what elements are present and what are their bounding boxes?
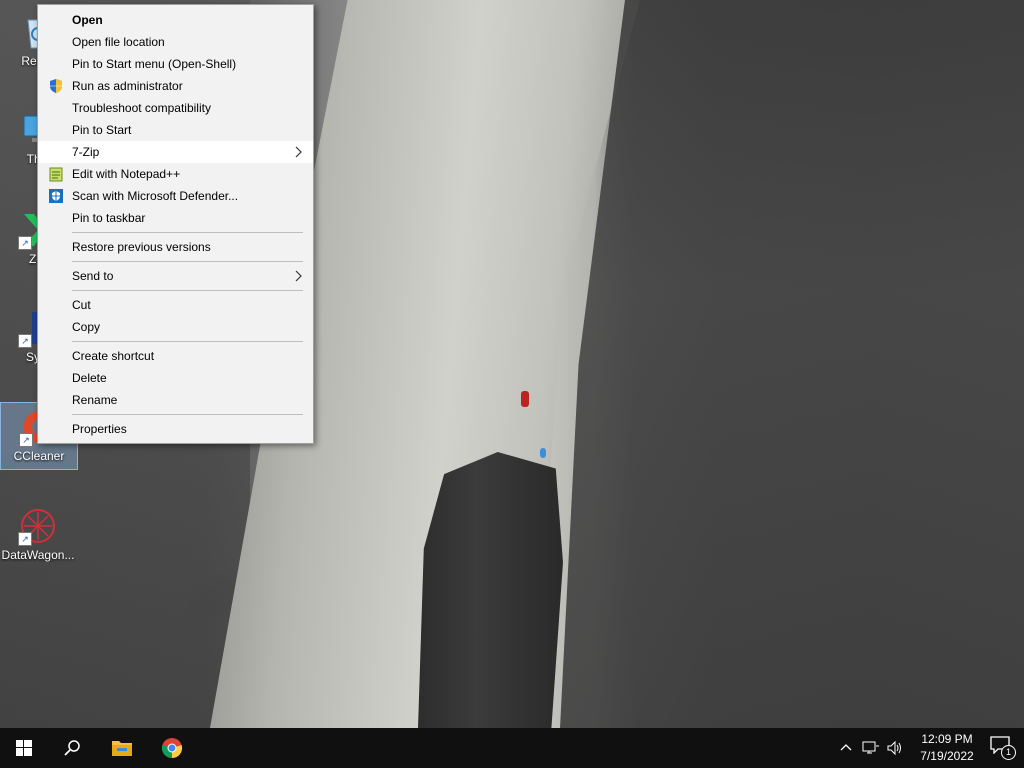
context-menu: Open Open file location Pin to Start men…	[37, 4, 314, 444]
menu-item-copy[interactable]: Copy	[38, 316, 313, 338]
menu-item-label: Pin to Start menu (Open-Shell)	[72, 57, 237, 71]
menu-item-label: Delete	[72, 371, 107, 385]
menu-item-properties[interactable]: Properties	[38, 418, 313, 440]
menu-item-open[interactable]: Open	[38, 9, 313, 31]
menu-item-scan-with-defender[interactable]: Scan with Microsoft Defender...	[38, 185, 313, 207]
submenu-arrow-icon	[295, 265, 303, 293]
notification-count-badge: 1	[1001, 745, 1016, 760]
volume-icon[interactable]	[886, 740, 904, 759]
menu-item-restore-previous-versions[interactable]: Restore previous versions	[38, 236, 313, 258]
menu-item-open-file-location[interactable]: Open file location	[38, 31, 313, 53]
menu-item-7zip[interactable]: 7-Zip	[38, 141, 313, 163]
wallpaper-dark-cliff	[560, 0, 1024, 728]
menu-item-label: Properties	[72, 422, 127, 436]
menu-item-pin-to-start[interactable]: Pin to Start	[38, 119, 313, 141]
menu-item-label: Edit with Notepad++	[72, 167, 181, 181]
shortcut-arrow-icon: ↗	[19, 433, 33, 447]
menu-item-create-shortcut[interactable]: Create shortcut	[38, 345, 313, 367]
menu-item-rename[interactable]: Rename	[38, 389, 313, 411]
taskbar-file-explorer[interactable]	[98, 728, 146, 768]
menu-item-label: Open file location	[72, 35, 165, 49]
menu-item-label: Open	[72, 13, 103, 27]
menu-separator	[72, 261, 303, 262]
tray-overflow-chevron-icon[interactable]	[840, 740, 852, 759]
menu-item-label: Run as administrator	[72, 79, 183, 93]
menu-separator	[72, 232, 303, 233]
menu-item-cut[interactable]: Cut	[38, 294, 313, 316]
search-button[interactable]	[48, 728, 96, 768]
shortcut-arrow-icon: ↗	[18, 532, 32, 546]
menu-item-label: Scan with Microsoft Defender...	[72, 189, 239, 203]
shortcut-arrow-icon: ↗	[18, 236, 32, 250]
start-button[interactable]	[0, 728, 48, 768]
desktop-icon-datawagon[interactable]: ↗ DataWagon...	[0, 502, 76, 562]
taskbar-clock[interactable]: 12:09 PM 7/19/2022	[912, 731, 982, 765]
wallpaper-boulder	[418, 452, 563, 728]
menu-separator	[72, 414, 303, 415]
desktop-icon-label: CCleaner	[13, 449, 65, 463]
taskbar: 12:09 PM 7/19/2022 1	[0, 728, 1024, 768]
menu-item-troubleshoot-compatibility[interactable]: Troubleshoot compatibility	[38, 97, 313, 119]
wallpaper-climber-blue	[540, 448, 546, 458]
datawagon-icon: ↗	[18, 506, 58, 546]
menu-item-label: Rename	[72, 393, 118, 407]
menu-item-label: Pin to taskbar	[72, 211, 146, 225]
menu-separator	[72, 341, 303, 342]
network-icon[interactable]	[862, 740, 880, 759]
wallpaper-climber-red	[521, 391, 529, 407]
menu-item-run-as-administrator[interactable]: Run as administrator	[38, 75, 313, 97]
menu-item-label: Troubleshoot compatibility	[72, 101, 211, 115]
menu-item-label: Create shortcut	[72, 349, 155, 363]
defender-icon	[48, 188, 64, 204]
menu-separator	[72, 290, 303, 291]
clock-date: 7/19/2022	[920, 749, 974, 763]
taskbar-chrome[interactable]	[148, 728, 196, 768]
desktop-icon-label: DataWagon...	[1, 548, 75, 562]
menu-item-label: Restore previous versions	[72, 240, 211, 254]
menu-item-edit-with-notepadpp[interactable]: Edit with Notepad++	[38, 163, 313, 185]
action-center-button[interactable]: 1	[990, 736, 1016, 760]
menu-item-delete[interactable]: Delete	[38, 367, 313, 389]
notepad-plus-plus-icon	[48, 166, 64, 182]
menu-item-label: Pin to Start	[72, 123, 132, 137]
menu-item-label: Copy	[72, 320, 101, 334]
uac-shield-icon	[48, 78, 64, 94]
shortcut-arrow-icon: ↗	[18, 334, 32, 348]
menu-item-label: Cut	[72, 298, 91, 312]
menu-item-label: Send to	[72, 269, 114, 283]
menu-item-label: 7-Zip	[72, 145, 100, 159]
menu-item-pin-to-start-menu-open-shell[interactable]: Pin to Start menu (Open-Shell)	[38, 53, 313, 75]
menu-item-pin-to-taskbar[interactable]: Pin to taskbar	[38, 207, 313, 229]
clock-time: 12:09 PM	[921, 732, 973, 746]
menu-item-send-to[interactable]: Send to	[38, 265, 313, 287]
